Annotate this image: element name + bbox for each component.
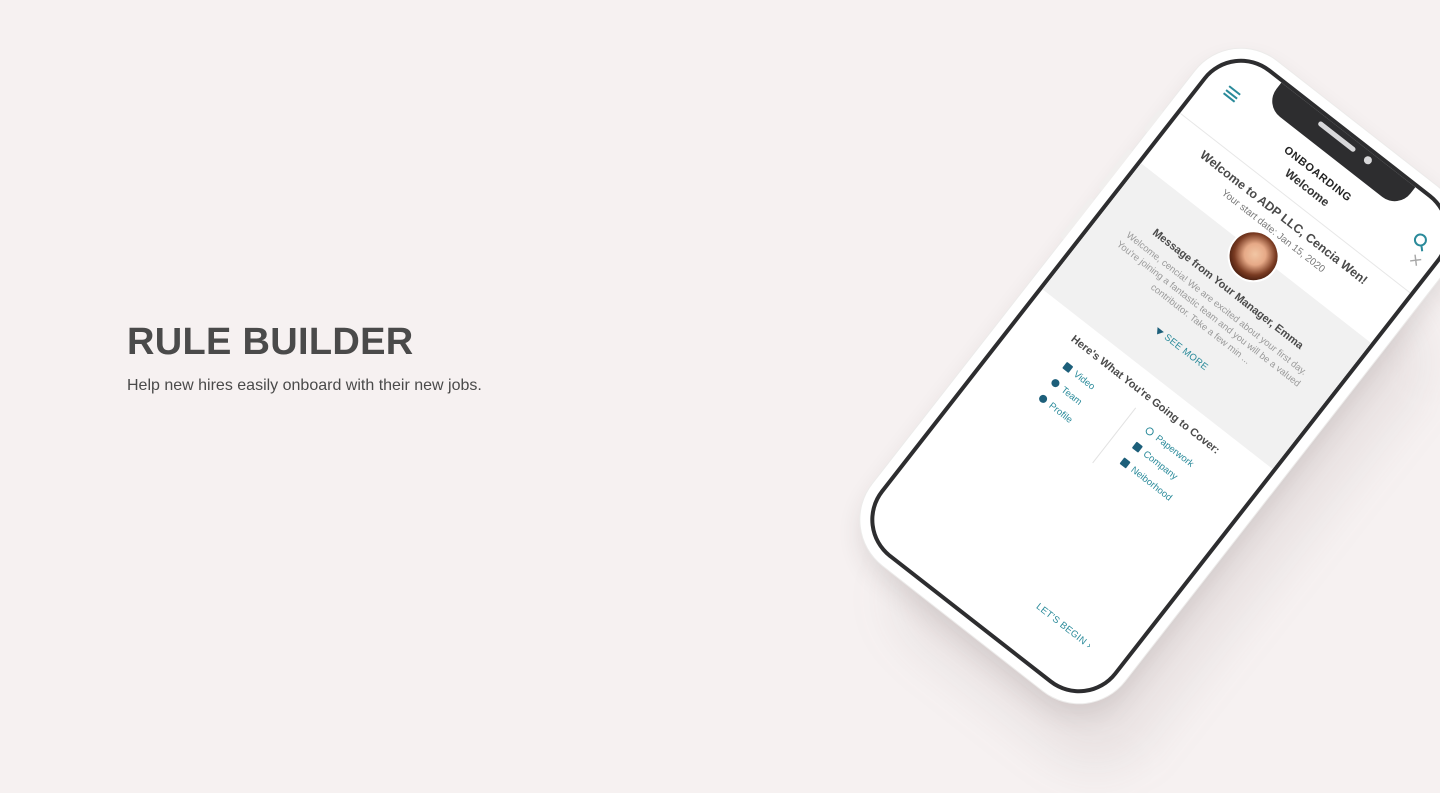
lets-begin-button[interactable]: LET'S BEGIN › [1034, 601, 1094, 651]
camera-icon [1362, 154, 1374, 166]
phone-screen: ONBOARDING Welcome × Welcome to ADP LLC,… [856, 44, 1440, 708]
hero-subtitle: Help new hires easily onboard with their… [127, 377, 482, 394]
hero-section: RULE BUILDER Help new hires easily onboa… [127, 322, 482, 396]
profile-icon [1037, 393, 1049, 405]
down-arrow-icon [1153, 326, 1164, 337]
see-more-label: SEE MORE [1161, 331, 1211, 374]
video-icon [1062, 361, 1074, 373]
speaker-icon [1317, 120, 1357, 153]
phone-mute-switch [1143, 108, 1164, 133]
team-icon [1049, 377, 1062, 389]
paperwork-icon [1144, 425, 1156, 438]
company-icon [1131, 441, 1144, 453]
neighborhood-icon [1119, 457, 1131, 469]
hero-title: RULE BUILDER [127, 321, 414, 363]
